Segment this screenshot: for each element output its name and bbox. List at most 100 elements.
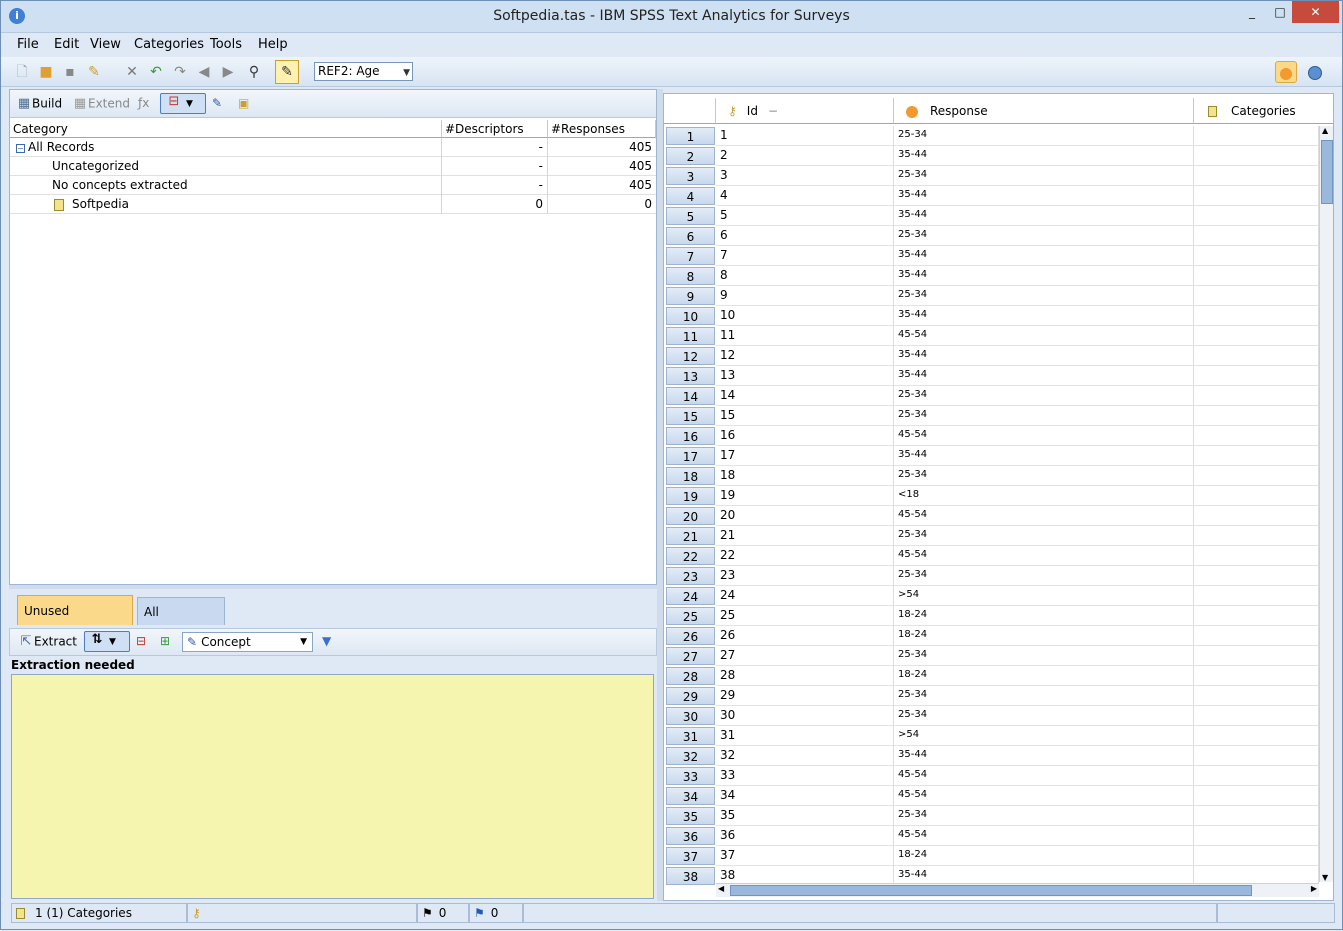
- row-number[interactable]: 21: [666, 527, 715, 545]
- cell-id[interactable]: 10: [716, 306, 894, 326]
- row-number[interactable]: 20: [666, 507, 715, 525]
- row-number[interactable]: 5: [666, 207, 715, 225]
- table-row[interactable]: 34 34 45-54: [664, 786, 1319, 806]
- table-row[interactable]: 22 22 45-54: [664, 546, 1319, 566]
- cell-response[interactable]: 25-34: [894, 406, 1194, 426]
- menu-file[interactable]: File: [17, 37, 39, 52]
- cell-response[interactable]: 35-44: [894, 446, 1194, 466]
- cell-id[interactable]: 28: [716, 666, 894, 686]
- column-category[interactable]: Category: [10, 120, 442, 138]
- row-number[interactable]: 9: [666, 287, 715, 305]
- column-id[interactable]: ⚷ Id −: [716, 98, 894, 124]
- cell-response[interactable]: 45-54: [894, 766, 1194, 786]
- table-row[interactable]: 18 18 25-34: [664, 466, 1319, 486]
- row-number[interactable]: 7: [666, 247, 715, 265]
- row-number[interactable]: 2: [666, 147, 715, 165]
- cell-response[interactable]: 25-34: [894, 646, 1194, 666]
- vertical-scrollbar[interactable]: ▲ ▼: [1319, 126, 1333, 882]
- table-row[interactable]: 11 11 45-54: [664, 326, 1319, 346]
- new-file-icon[interactable]: 🗋: [13, 63, 31, 81]
- cell-response[interactable]: >54: [894, 726, 1194, 746]
- row-number[interactable]: 31: [666, 727, 715, 745]
- table-row[interactable]: 20 20 45-54: [664, 506, 1319, 526]
- table-row[interactable]: 4 4 35-44: [664, 186, 1319, 206]
- cell-response[interactable]: 25-34: [894, 466, 1194, 486]
- row-number[interactable]: 16: [666, 427, 715, 445]
- extract-options-dropdown[interactable]: ⇅ ▼: [84, 631, 130, 652]
- cell-categories[interactable]: [1194, 586, 1319, 606]
- cell-categories[interactable]: [1194, 406, 1319, 426]
- cell-categories[interactable]: [1194, 446, 1319, 466]
- cell-categories[interactable]: [1194, 366, 1319, 386]
- row-number[interactable]: 3: [666, 167, 715, 185]
- cell-response[interactable]: 35-44: [894, 366, 1194, 386]
- tab-unused-extractions[interactable]: Unused Extractions: [17, 595, 133, 648]
- table-row[interactable]: 25 25 18-24: [664, 606, 1319, 626]
- cell-response[interactable]: 35-44: [894, 346, 1194, 366]
- column-response[interactable]: Response: [894, 98, 1194, 124]
- open-folder-icon[interactable]: ■: [37, 63, 55, 81]
- back-arrow-icon[interactable]: ◀: [195, 63, 213, 81]
- edit-mode-icon[interactable]: ✎: [275, 60, 299, 84]
- cell-categories[interactable]: [1194, 606, 1319, 626]
- cell-id[interactable]: 13: [716, 366, 894, 386]
- concept-select[interactable]: ✎ Concept ▼: [182, 632, 313, 652]
- cell-id[interactable]: 1: [716, 126, 894, 146]
- cell-id[interactable]: 26: [716, 626, 894, 646]
- cell-categories[interactable]: [1194, 666, 1319, 686]
- cell-response[interactable]: 45-54: [894, 506, 1194, 526]
- table-row[interactable]: 16 16 45-54: [664, 426, 1319, 446]
- row-number[interactable]: 8: [666, 267, 715, 285]
- cell-id[interactable]: 4: [716, 186, 894, 206]
- cell-categories[interactable]: [1194, 166, 1319, 186]
- category-row-uncategorized[interactable]: Uncategorized - 405: [10, 157, 656, 176]
- cell-response[interactable]: 45-54: [894, 326, 1194, 346]
- cell-id[interactable]: 29: [716, 686, 894, 706]
- cell-id[interactable]: 15: [716, 406, 894, 426]
- cell-id[interactable]: 5: [716, 206, 894, 226]
- remove-icon[interactable]: ⊟: [136, 634, 146, 648]
- cell-id[interactable]: 8: [716, 266, 894, 286]
- cell-response[interactable]: 25-34: [894, 286, 1194, 306]
- menu-view[interactable]: View: [90, 37, 121, 52]
- minimize-button[interactable]: _: [1237, 1, 1267, 23]
- row-number[interactable]: 10: [666, 307, 715, 325]
- settings-globe-icon[interactable]: [1304, 61, 1326, 83]
- cell-response[interactable]: 18-24: [894, 606, 1194, 626]
- cell-categories[interactable]: [1194, 786, 1319, 806]
- cell-response[interactable]: 45-54: [894, 826, 1194, 846]
- column-categories[interactable]: Categories: [1194, 98, 1333, 124]
- cell-response[interactable]: 18-24: [894, 626, 1194, 646]
- cell-response[interactable]: 25-34: [894, 226, 1194, 246]
- cell-response[interactable]: 25-34: [894, 566, 1194, 586]
- cell-id[interactable]: 35: [716, 806, 894, 826]
- vertical-scroll-thumb[interactable]: [1321, 140, 1333, 204]
- cell-categories[interactable]: [1194, 506, 1319, 526]
- cell-id[interactable]: 20: [716, 506, 894, 526]
- cell-response[interactable]: 25-34: [894, 686, 1194, 706]
- row-number[interactable]: 15: [666, 407, 715, 425]
- cell-id[interactable]: 19: [716, 486, 894, 506]
- row-number[interactable]: 34: [666, 787, 715, 805]
- scroll-up-icon[interactable]: ▲: [1322, 126, 1328, 135]
- row-number[interactable]: 27: [666, 647, 715, 665]
- row-number[interactable]: 35: [666, 807, 715, 825]
- table-row[interactable]: 10 10 35-44: [664, 306, 1319, 326]
- table-row[interactable]: 30 30 25-34: [664, 706, 1319, 726]
- menu-edit[interactable]: Edit: [54, 37, 79, 52]
- row-number[interactable]: 18: [666, 467, 715, 485]
- table-row[interactable]: 23 23 25-34: [664, 566, 1319, 586]
- row-number[interactable]: 13: [666, 367, 715, 385]
- cell-id[interactable]: 32: [716, 746, 894, 766]
- table-row[interactable]: 36 36 45-54: [664, 826, 1319, 846]
- category-row-no-concepts[interactable]: No concepts extracted - 405: [10, 176, 656, 195]
- scroll-down-icon[interactable]: ▼: [1322, 873, 1328, 882]
- table-row[interactable]: 13 13 35-44: [664, 366, 1319, 386]
- category-properties-icon[interactable]: ▣: [238, 96, 249, 110]
- cell-categories[interactable]: [1194, 706, 1319, 726]
- maximize-button[interactable]: □: [1265, 1, 1295, 23]
- cell-id[interactable]: 12: [716, 346, 894, 366]
- cell-response[interactable]: 35-44: [894, 746, 1194, 766]
- table-row[interactable]: 3 3 25-34: [664, 166, 1319, 186]
- table-row[interactable]: 14 14 25-34: [664, 386, 1319, 406]
